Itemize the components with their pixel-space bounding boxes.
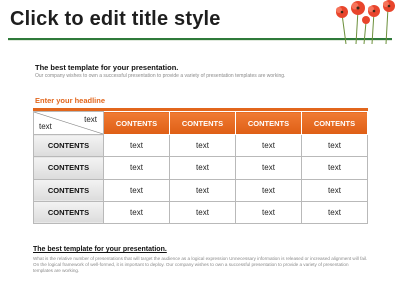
table-cell: text bbox=[103, 156, 170, 180]
table-row: CONTENTS text text text text bbox=[33, 200, 368, 225]
table-row: CONTENTS text text text text bbox=[33, 156, 368, 180]
contents-table-container: text text CONTENTS CONTENTS CONTENTS CON… bbox=[33, 108, 368, 227]
table-cell: text bbox=[235, 156, 302, 180]
row-header: CONTENTS bbox=[33, 156, 104, 180]
table-cell: text bbox=[169, 178, 236, 202]
table-cell: text bbox=[235, 178, 302, 202]
table-cell: text bbox=[169, 156, 236, 180]
table-row: CONTENTS text text text text bbox=[33, 178, 368, 202]
column-header: CONTENTS bbox=[169, 111, 236, 135]
corner-label-top-right: text bbox=[84, 115, 97, 124]
footer-text[interactable]: What is the relative number of presentat… bbox=[33, 256, 368, 274]
table-cell: text bbox=[301, 178, 368, 202]
red-poppy-flowers-icon bbox=[336, 0, 395, 44]
column-header: CONTENTS bbox=[103, 111, 170, 135]
column-header: CONTENTS bbox=[235, 111, 302, 135]
corner-label-bottom-left: text bbox=[39, 122, 52, 131]
table-cell: text bbox=[169, 200, 236, 225]
column-header: CONTENTS bbox=[301, 111, 368, 135]
intro-heading[interactable]: The best template for your presentation. bbox=[35, 63, 178, 72]
table-header-row: text text CONTENTS CONTENTS CONTENTS CON… bbox=[33, 111, 368, 135]
table-headline[interactable]: Enter your headline bbox=[35, 96, 105, 105]
footer-heading[interactable]: The best template for your presentation. bbox=[33, 246, 167, 253]
table-row: CONTENTS text text text text bbox=[33, 133, 368, 158]
row-header: CONTENTS bbox=[33, 200, 104, 225]
table-cell: text bbox=[169, 133, 236, 158]
slide: Click to edit title style The best templ… bbox=[0, 0, 400, 300]
slide-title[interactable]: Click to edit title style bbox=[10, 8, 221, 31]
table-cell: text bbox=[103, 200, 170, 225]
table-cell: text bbox=[103, 178, 170, 202]
table-cell: text bbox=[301, 200, 368, 225]
table-cell: text bbox=[301, 133, 368, 158]
intro-text[interactable]: Our company wishes to own a successful p… bbox=[35, 73, 285, 79]
table-cell: text bbox=[301, 156, 368, 180]
contents-table[interactable]: text text CONTENTS CONTENTS CONTENTS CON… bbox=[33, 111, 368, 225]
table-cell: text bbox=[103, 133, 170, 158]
row-header: CONTENTS bbox=[33, 133, 104, 158]
row-header: CONTENTS bbox=[33, 178, 104, 202]
table-corner-cell: text text bbox=[33, 111, 104, 135]
table-cell: text bbox=[235, 200, 302, 225]
table-cell: text bbox=[235, 133, 302, 158]
